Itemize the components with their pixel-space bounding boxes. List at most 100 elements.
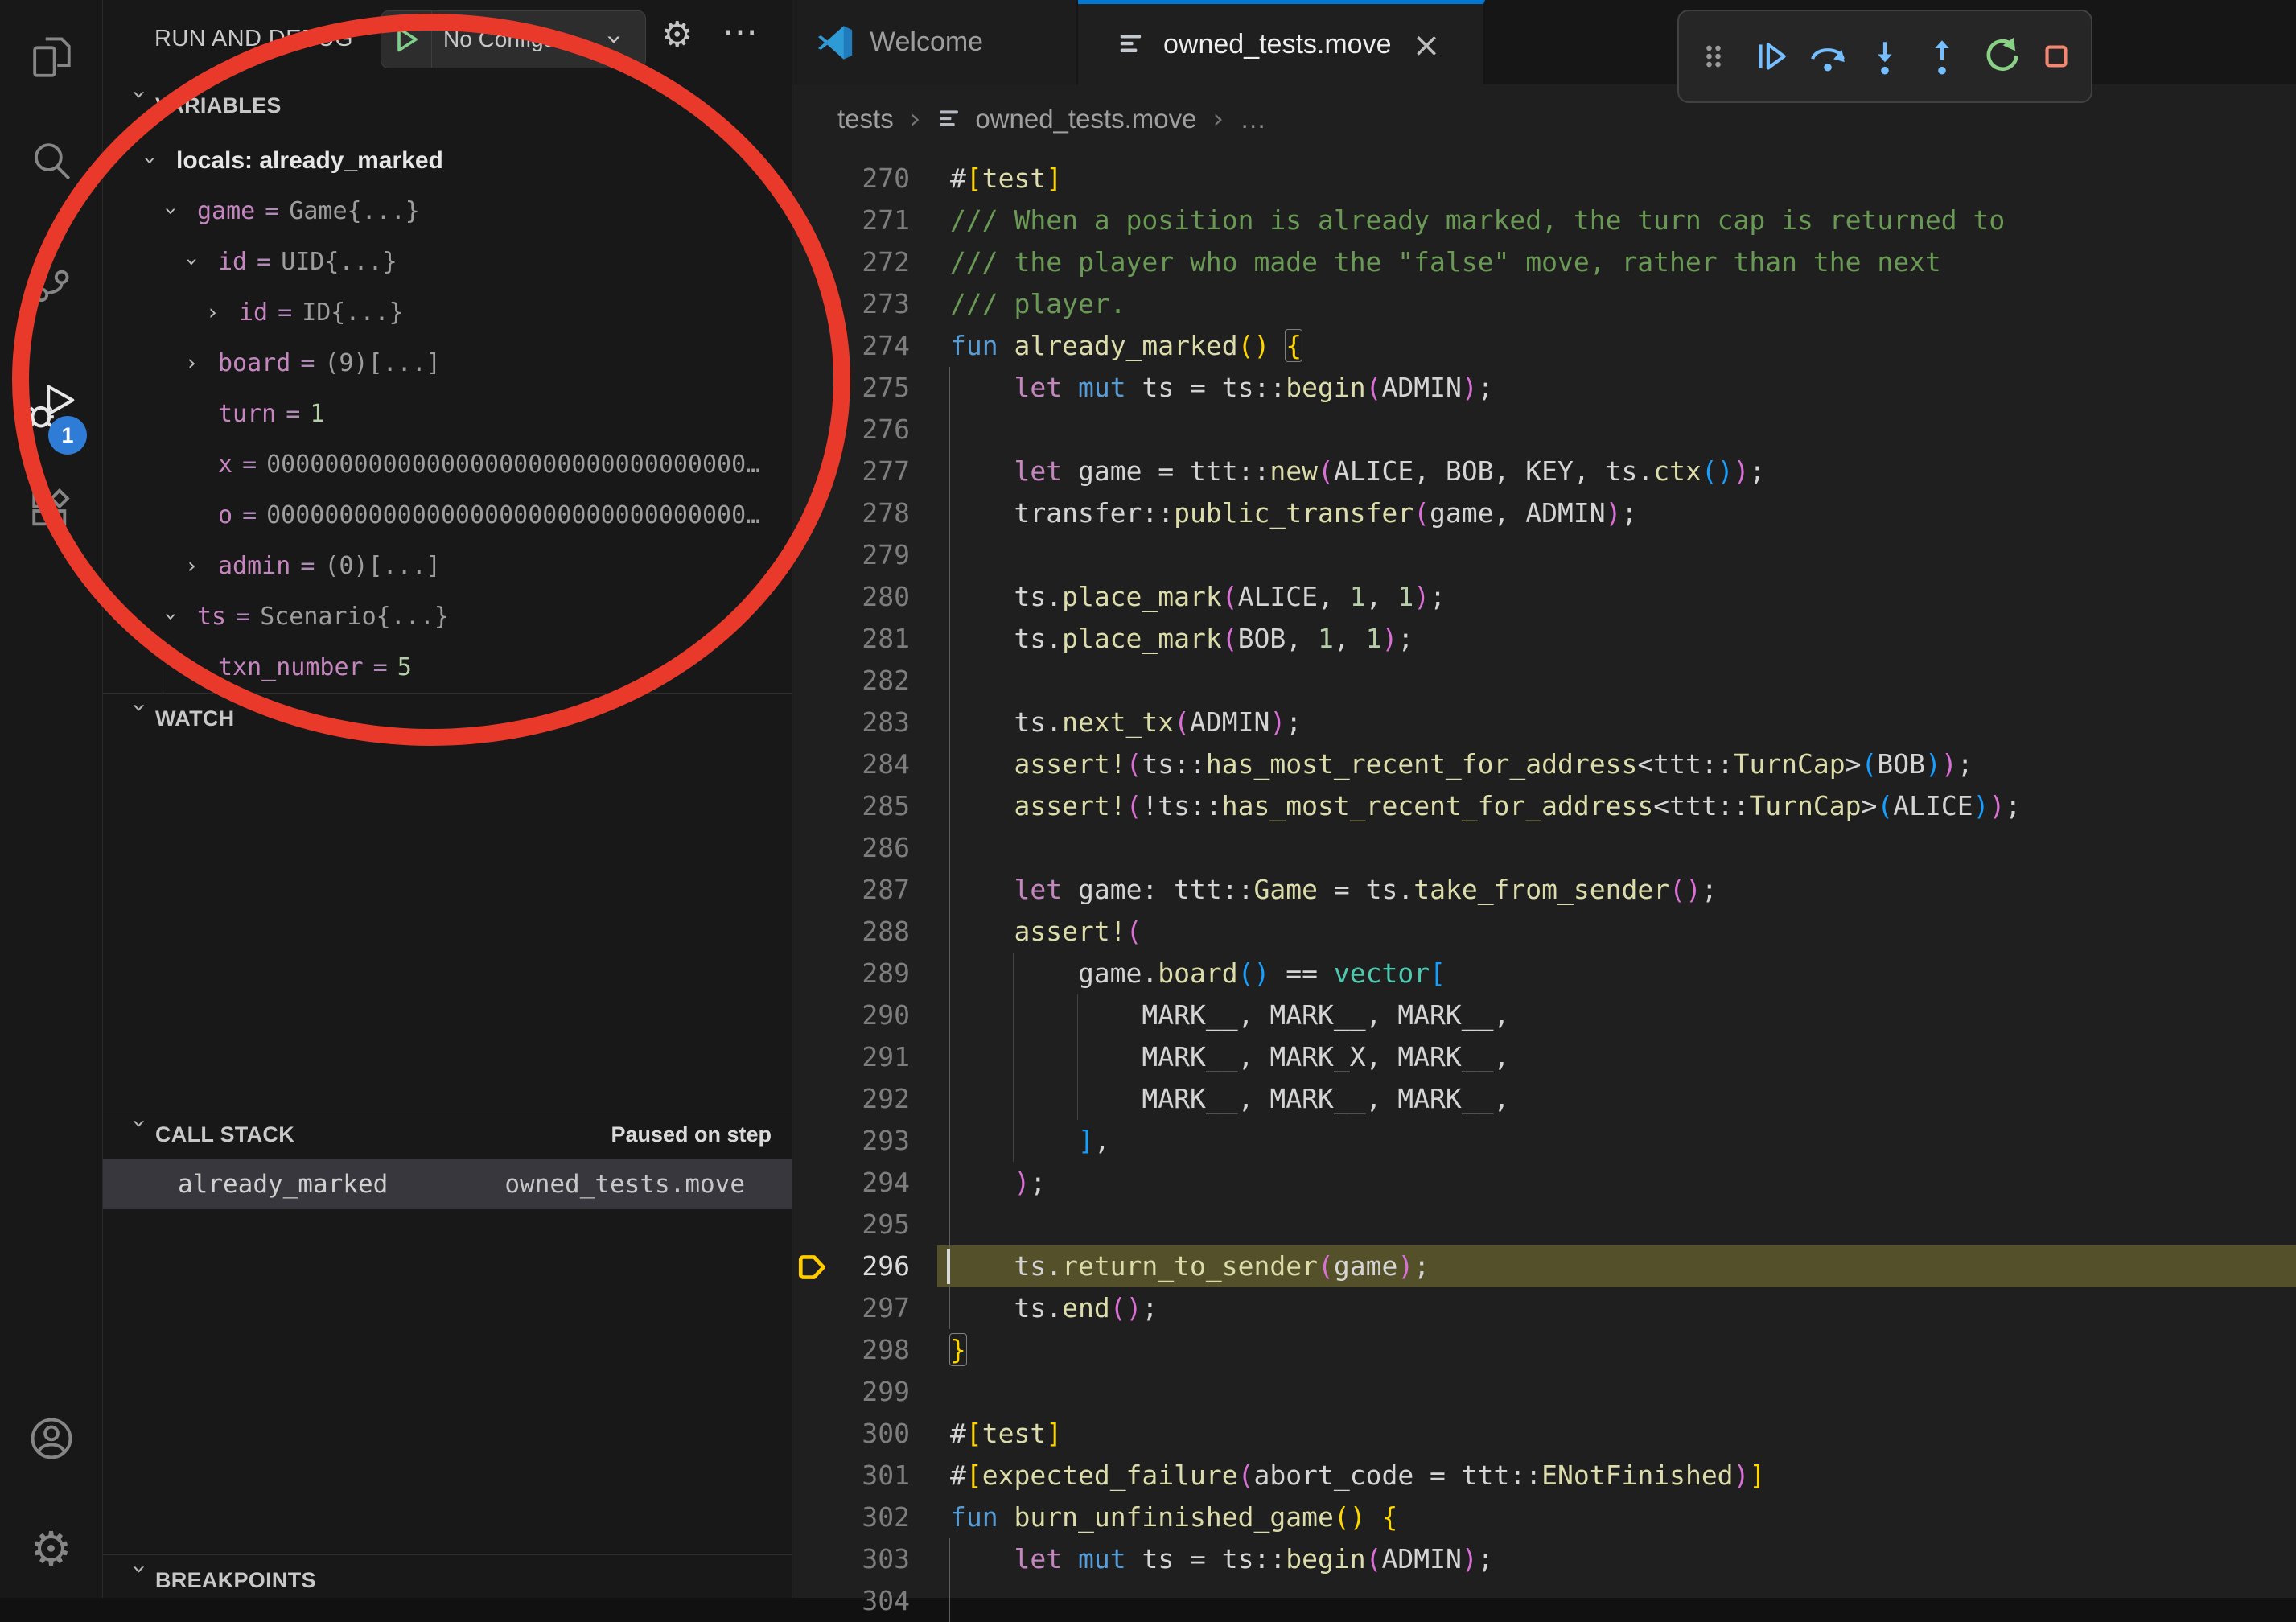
chevron-right-icon[interactable]: › — [208, 300, 239, 325]
line-number[interactable]: 288 — [825, 911, 910, 953]
code-line-283[interactable]: 283 ts.next_tx(ADMIN); — [792, 702, 2296, 743]
breadcrumb-item-file[interactable]: owned_tests.move — [975, 104, 1196, 134]
run-and-debug-icon[interactable]: 1 — [0, 360, 102, 453]
line-number[interactable]: 289 — [825, 953, 910, 994]
line-number[interactable]: 278 — [825, 492, 910, 534]
code-line-290[interactable]: 290 MARK__, MARK__, MARK__, — [792, 994, 2296, 1036]
line-number[interactable]: 302 — [825, 1496, 910, 1538]
code-line-297[interactable]: 297 ts.end(); — [792, 1287, 2296, 1329]
chevron-right-icon[interactable]: › — [187, 351, 218, 376]
code-line-292[interactable]: 292 MARK__, MARK__, MARK__, — [792, 1078, 2296, 1120]
variable-row[interactable]: o=000000000000000000000000000000000… — [103, 490, 792, 541]
line-number[interactable]: 277 — [825, 451, 910, 492]
line-number[interactable]: 285 — [825, 785, 910, 827]
chevron-down-icon[interactable]: › — [125, 1118, 154, 1151]
variables-section-header[interactable]: › VARIABLES — [103, 80, 792, 130]
step-out-button[interactable] — [1920, 34, 1965, 79]
variable-row[interactable]: ›id=UID{...} — [103, 237, 792, 287]
line-number[interactable]: 293 — [825, 1120, 910, 1162]
variable-row[interactable]: ›game=Game{...} — [103, 186, 792, 237]
source-control-icon[interactable] — [0, 235, 102, 328]
code-line-286[interactable]: 286 — [792, 827, 2296, 869]
breadcrumb-item-tests[interactable]: tests — [837, 104, 894, 134]
continue-button[interactable] — [1748, 34, 1793, 79]
stop-button[interactable] — [2034, 34, 2079, 79]
call-stack-frame-row[interactable]: already_marked owned_tests.move — [103, 1159, 792, 1209]
variable-row[interactable]: ›ts=Scenario{...} — [103, 591, 792, 642]
drag-grip-icon[interactable] — [1691, 34, 1736, 79]
code-line-275[interactable]: 275 let mut ts = ts::begin(ADMIN); — [792, 367, 2296, 409]
chevron-down-icon[interactable]: › — [146, 148, 176, 173]
chevron-down-icon[interactable]: › — [167, 199, 197, 224]
line-number[interactable]: 271 — [825, 200, 910, 241]
code-line-274[interactable]: 274fun already_marked() { — [792, 325, 2296, 367]
line-number[interactable]: 279 — [825, 534, 910, 576]
variable-row[interactable]: ›admin=(0)[...] — [103, 541, 792, 591]
line-number[interactable]: 282 — [825, 660, 910, 702]
code-line-295[interactable]: 295 — [792, 1204, 2296, 1245]
code-line-276[interactable]: 276 — [792, 409, 2296, 451]
variable-row[interactable]: ›id=ID{...} — [103, 287, 792, 338]
close-icon[interactable]: × — [1413, 25, 1441, 64]
code-line-296[interactable]: 296 ts.return_to_sender(game); — [792, 1245, 2296, 1287]
start-debug-button[interactable] — [381, 11, 432, 68]
line-number[interactable]: 295 — [825, 1204, 910, 1245]
line-number[interactable]: 298 — [825, 1329, 910, 1371]
code-line-280[interactable]: 280 ts.place_mark(ALICE, 1, 1); — [792, 576, 2296, 618]
code-line-278[interactable]: 278 transfer::public_transfer(game, ADMI… — [792, 492, 2296, 534]
settings-gear-icon[interactable]: ⚙ — [0, 1503, 102, 1596]
line-number[interactable]: 273 — [825, 283, 910, 325]
tab-welcome[interactable]: Welcome — [792, 0, 1078, 84]
code-line-299[interactable]: 299 — [792, 1371, 2296, 1413]
extensions-icon[interactable] — [0, 464, 102, 558]
variable-row[interactable]: turn=1 — [103, 389, 792, 439]
variable-row[interactable]: x=000000000000000000000000000000000… — [103, 439, 792, 490]
code-line-273[interactable]: 273/// player. — [792, 283, 2296, 325]
chevron-down-icon[interactable]: › — [167, 604, 197, 629]
chevron-down-icon[interactable]: › — [125, 1564, 154, 1596]
line-number[interactable]: 290 — [825, 994, 910, 1036]
code-line-287[interactable]: 287 let game: ttt::Game = ts.take_from_s… — [792, 869, 2296, 911]
chevron-right-icon[interactable]: › — [187, 554, 218, 578]
line-number[interactable]: 291 — [825, 1036, 910, 1078]
code-line-279[interactable]: 279 — [792, 534, 2296, 576]
line-number[interactable]: 286 — [825, 827, 910, 869]
config-dropdown[interactable]: No Configur › — [432, 11, 645, 68]
step-into-button[interactable] — [1862, 34, 1907, 79]
line-number[interactable]: 300 — [825, 1413, 910, 1455]
more-actions-icon[interactable]: ⋯ — [722, 11, 759, 52]
line-number[interactable]: 276 — [825, 409, 910, 451]
line-number[interactable]: 303 — [825, 1538, 910, 1580]
call-stack-section-header[interactable]: › CALL STACK Paused on step — [103, 1109, 792, 1159]
line-number[interactable]: 274 — [825, 325, 910, 367]
line-number[interactable]: 299 — [825, 1371, 910, 1413]
line-number[interactable]: 287 — [825, 869, 910, 911]
chevron-down-icon[interactable]: › — [125, 89, 154, 121]
debug-settings-gear-icon[interactable]: ⚙ — [661, 14, 693, 56]
line-number[interactable]: 283 — [825, 702, 910, 743]
code-line-298[interactable]: 298} — [792, 1329, 2296, 1371]
restart-button[interactable] — [1977, 34, 2022, 79]
line-number[interactable]: 296 — [825, 1245, 910, 1287]
code-line-291[interactable]: 291 MARK__, MARK_X, MARK__, — [792, 1036, 2296, 1078]
search-icon[interactable] — [0, 115, 102, 208]
code-line-302[interactable]: 302fun burn_unfinished_game() { — [792, 1496, 2296, 1538]
line-number[interactable]: 294 — [825, 1162, 910, 1204]
line-number[interactable]: 280 — [825, 576, 910, 618]
code-line-272[interactable]: 272/// the player who made the "false" m… — [792, 241, 2296, 283]
line-number[interactable]: 292 — [825, 1078, 910, 1120]
code-line-282[interactable]: 282 — [792, 660, 2296, 702]
code-line-301[interactable]: 301#[expected_failure(abort_code = ttt::… — [792, 1455, 2296, 1496]
code-line-271[interactable]: 271/// When a position is already marked… — [792, 200, 2296, 241]
line-number[interactable]: 270 — [825, 158, 910, 200]
line-number[interactable]: 301 — [825, 1455, 910, 1496]
line-number[interactable]: 297 — [825, 1287, 910, 1329]
line-number[interactable]: 272 — [825, 241, 910, 283]
code-line-285[interactable]: 285 assert!(!ts::has_most_recent_for_add… — [792, 785, 2296, 827]
code-line-293[interactable]: 293 ], — [792, 1120, 2296, 1162]
code-line-288[interactable]: 288 assert!( — [792, 911, 2296, 953]
code-line-294[interactable]: 294 ); — [792, 1162, 2296, 1204]
code-line-304[interactable]: 304 — [792, 1580, 2296, 1622]
line-number[interactable]: 275 — [825, 367, 910, 409]
line-number[interactable]: 304 — [825, 1580, 910, 1622]
